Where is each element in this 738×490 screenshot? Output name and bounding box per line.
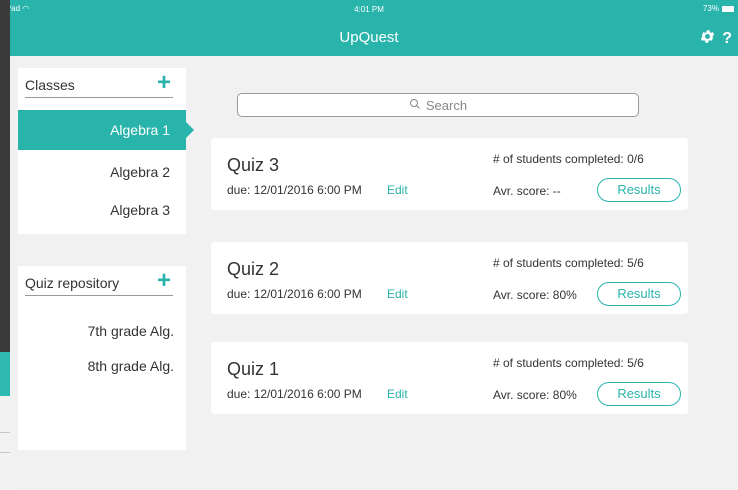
class-item-algebra-3[interactable]: Algebra 3 <box>18 190 186 230</box>
quiz-due-date: due: 12/01/2016 6:00 PM <box>227 183 362 197</box>
quiz-repository-title: Quiz repository <box>25 275 120 291</box>
background-divider <box>0 432 10 433</box>
results-button[interactable]: Results <box>597 382 681 406</box>
quiz-repository-header: Quiz repository + <box>18 266 178 296</box>
results-button[interactable]: Results <box>597 178 681 202</box>
students-completed: # of students completed: 0/6 <box>493 152 644 166</box>
repo-item-7th-grade[interactable]: 7th grade Alg. <box>18 323 178 339</box>
battery-status: 73% <box>703 4 734 13</box>
edit-link[interactable]: Edit <box>387 287 408 301</box>
status-time: 4:01 PM <box>354 5 384 14</box>
class-item-label: Algebra 1 <box>110 122 170 138</box>
selected-arrow-icon <box>186 122 194 138</box>
quiz-card-3[interactable]: Quiz 3 due: 12/01/2016 6:00 PM Edit # of… <box>211 138 688 210</box>
quiz-card-2[interactable]: Quiz 2 due: 12/01/2016 6:00 PM Edit # of… <box>211 242 688 314</box>
quiz-due-date: due: 12/01/2016 6:00 PM <box>227 387 362 401</box>
class-item-label: Algebra 3 <box>110 202 170 218</box>
classes-panel: Classes + Algebra 1 Algebra 2 Algebra 3 <box>18 68 194 234</box>
quiz-title: Quiz 1 <box>227 359 280 379</box>
battery-percent: 73% <box>702 4 719 13</box>
class-item-algebra-1[interactable]: Algebra 1 <box>18 110 194 150</box>
nav-actions: ? <box>699 28 732 50</box>
search-input[interactable]: Search <box>237 93 639 117</box>
quiz-due-date: due: 12/01/2016 6:00 PM <box>227 287 362 301</box>
app-window: iPad ◠ 4:01 PM 73% UpQuest ? Classes + A… <box>10 0 738 490</box>
students-completed: # of students completed: 5/6 <box>493 256 644 270</box>
class-item-label: Algebra 2 <box>110 164 170 180</box>
gear-icon[interactable] <box>699 28 716 50</box>
edit-link[interactable]: Edit <box>387 183 408 197</box>
background-divider <box>0 452 10 453</box>
quiz-card-1[interactable]: Quiz 1 due: 12/01/2016 6:00 PM Edit # of… <box>211 342 688 414</box>
classes-divider <box>25 97 173 98</box>
average-score: Avr. score: 80% <box>493 388 577 402</box>
results-button[interactable]: Results <box>597 282 681 306</box>
nav-bar: UpQuest ? <box>10 18 738 56</box>
classes-title: Classes <box>25 77 75 93</box>
classes-header: Classes + <box>18 68 178 98</box>
quiz-repository-divider <box>25 295 173 296</box>
students-completed: # of students completed: 5/6 <box>493 356 644 370</box>
status-bar: iPad ◠ 4:01 PM 73% <box>10 0 738 18</box>
add-class-button[interactable]: + <box>157 71 171 95</box>
search-placeholder: Search <box>425 97 468 113</box>
quiz-title: Quiz 2 <box>227 259 280 279</box>
edit-link[interactable]: Edit <box>387 387 408 401</box>
average-score: Avr. score: -- <box>493 184 561 198</box>
help-icon[interactable]: ? <box>722 31 732 47</box>
quiz-repository-panel: Quiz repository + 7th grade Alg. 8th gra… <box>18 266 186 450</box>
app-title: UpQuest <box>339 29 399 46</box>
repo-item-8th-grade[interactable]: 8th grade Alg. <box>18 358 178 374</box>
average-score: Avr. score: 80% <box>493 288 577 302</box>
quiz-title: Quiz 3 <box>227 155 280 175</box>
search-icon <box>409 98 421 113</box>
background-teal-stripe <box>0 352 10 396</box>
add-quiz-button[interactable]: + <box>157 269 171 293</box>
class-item-algebra-2[interactable]: Algebra 2 <box>18 152 186 192</box>
battery-icon <box>722 5 734 12</box>
background-light-band <box>0 396 10 490</box>
